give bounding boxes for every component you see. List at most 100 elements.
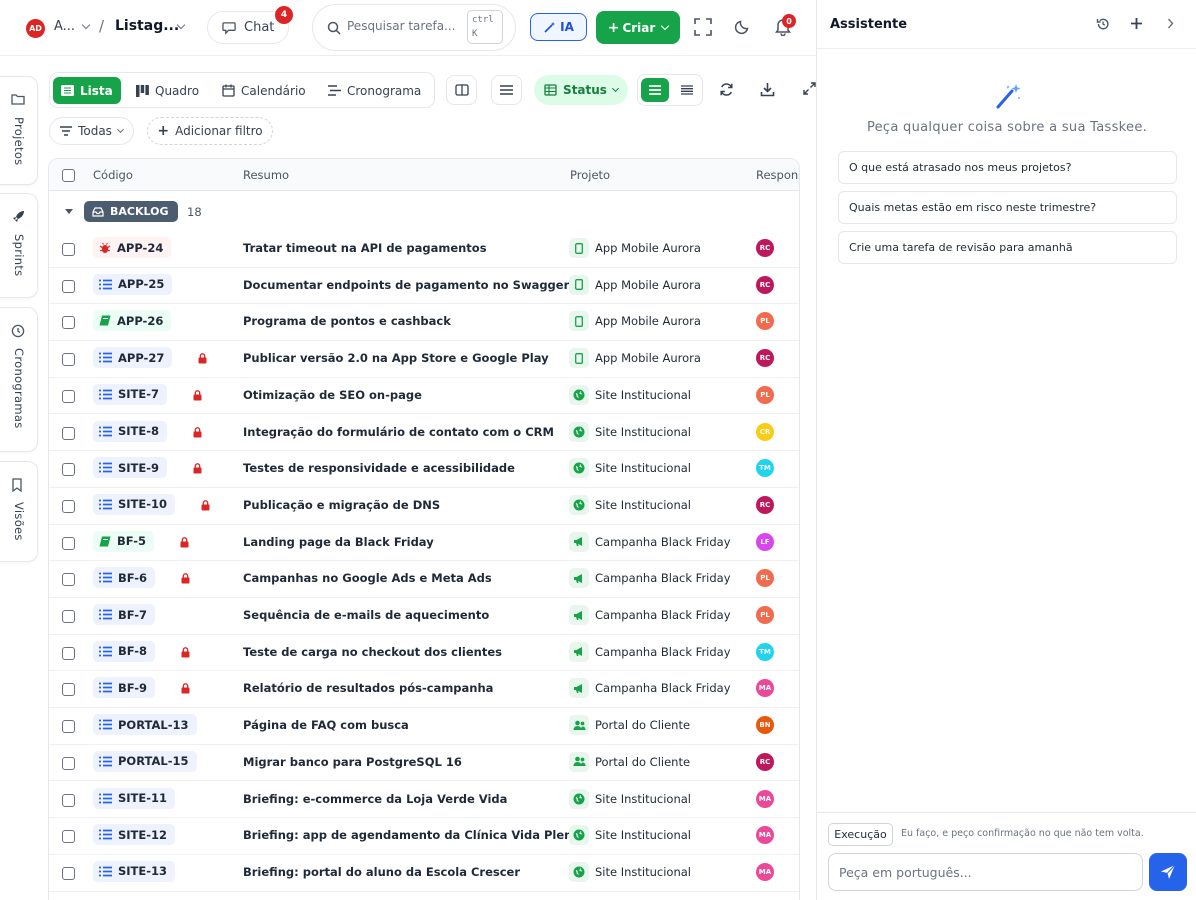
project-name[interactable]: Site Institucional — [595, 828, 691, 842]
assignee-avatar[interactable]: RC — [756, 349, 774, 368]
issue-summary[interactable]: Briefing: e-commerce da Loja Verde Vida — [243, 792, 507, 806]
issue-summary[interactable]: Página de FAQ com busca — [243, 718, 409, 732]
issue-code-chip[interactable]: SITE-8 — [93, 420, 168, 442]
workspace-avatar[interactable]: AD — [26, 19, 45, 38]
table-row[interactable]: SITE-13 Briefing: portal do aluno da Esco… — [49, 855, 799, 892]
density-compact-button[interactable] — [673, 78, 701, 102]
refresh-icon[interactable] — [719, 82, 734, 97]
column-header-project[interactable]: Projeto — [570, 168, 610, 182]
column-header-code[interactable]: Código — [93, 168, 133, 182]
expand-icon[interactable] — [803, 82, 816, 95]
issue-code-chip[interactable]: SITE-7 — [93, 383, 168, 405]
issue-summary[interactable]: Briefing: app de agendamento da Clínica … — [243, 828, 580, 842]
assignee-avatar[interactable]: TM — [756, 642, 774, 661]
group-header-backlog[interactable]: BACKLOG 18 — [49, 191, 799, 231]
table-row[interactable]: APP-25 Documentar endpoints de pagamento … — [49, 268, 799, 305]
issue-summary[interactable]: Integração do formulário de contato com … — [243, 425, 554, 439]
scope-filter-button[interactable]: Todas — [49, 117, 134, 145]
issue-summary[interactable]: Publicar versão 2.0 na App Store e Googl… — [243, 351, 549, 365]
row-checkbox[interactable] — [62, 279, 75, 293]
create-button[interactable]: + Criar — [596, 11, 680, 44]
project-name[interactable]: App Mobile Aurora — [595, 278, 701, 292]
add-filter-button[interactable]: + Adicionar filtro — [147, 117, 273, 145]
row-checkbox[interactable] — [62, 646, 75, 660]
send-button[interactable] — [1149, 853, 1187, 891]
download-icon[interactable] — [760, 82, 775, 97]
issue-code-chip[interactable]: SITE-10 — [93, 493, 176, 515]
issue-code-chip[interactable]: APP-25 — [93, 273, 173, 295]
history-icon[interactable] — [1096, 17, 1110, 31]
chevron-right-icon[interactable] — [1167, 18, 1174, 29]
table-row[interactable]: BF-9 Relatório de resultados pós-campanha… — [49, 671, 799, 709]
chevron-down-icon[interactable] — [81, 20, 91, 30]
density-comfortable-button[interactable] — [641, 78, 669, 102]
table-row[interactable]: BF-8 Teste de carga no checkout dos clien… — [49, 635, 799, 672]
page-title[interactable]: Listag... — [115, 18, 179, 34]
issue-code-chip[interactable]: SITE-12 — [93, 824, 176, 846]
ia-button[interactable]: IA — [530, 13, 587, 41]
assignee-avatar[interactable]: PL — [756, 385, 774, 404]
table-row[interactable]: SITE-7 Otimização de SEO on-page Site Inst… — [49, 378, 799, 415]
row-checkbox[interactable] — [62, 793, 75, 807]
issue-code-chip[interactable]: APP-24 — [93, 237, 172, 258]
project-name[interactable]: Site Institucional — [595, 388, 691, 402]
table-row[interactable]: SITE-9 Testes de responsividade e acessib… — [49, 451, 799, 488]
collapse-caret-icon[interactable] — [65, 209, 73, 214]
table-row[interactable]: BF-7 Sequência de e-mails de aquecimento C… — [49, 598, 799, 635]
issue-summary[interactable]: Otimização de SEO on-page — [243, 388, 422, 402]
plus-icon[interactable] — [1130, 17, 1143, 30]
issue-code-chip[interactable]: BF-7 — [93, 604, 156, 625]
table-row[interactable]: SITE-11 Briefing: e-commerce da Loja Verd… — [49, 782, 799, 819]
assignee-avatar[interactable]: CR — [756, 422, 774, 441]
table-row[interactable]: APP-26 Programa de pontos e cashback App M… — [49, 304, 799, 342]
project-name[interactable]: Campanha Black Friday — [595, 571, 731, 585]
mode-execution-button[interactable]: Execução — [828, 823, 893, 846]
search-input[interactable] — [347, 19, 459, 33]
row-checkbox[interactable] — [62, 463, 75, 477]
table-row[interactable]: SITE-12 Briefing: app de agendamento da C… — [49, 818, 799, 855]
assignee-avatar[interactable]: TM — [756, 459, 774, 478]
table-row[interactable]: BF-5 Landing page da Black Friday Campanha… — [49, 525, 799, 562]
row-checkbox[interactable] — [62, 756, 75, 770]
project-name[interactable]: Site Institucional — [595, 425, 691, 439]
issue-code-chip[interactable]: BF-5 — [93, 530, 155, 552]
issue-summary[interactable]: Campanhas no Google Ads e Meta Ads — [243, 571, 492, 585]
row-checkbox[interactable] — [62, 720, 75, 734]
issue-code-chip[interactable]: APP-27 — [93, 347, 173, 369]
table-row[interactable]: APP-27 Publicar versão 2.0 na App Store e… — [49, 341, 799, 378]
workspace-name[interactable]: A... — [54, 19, 75, 34]
assignee-avatar[interactable]: BN — [756, 716, 774, 735]
issue-code-chip[interactable]: SITE-9 — [93, 457, 168, 479]
row-checkbox[interactable] — [62, 499, 75, 513]
split-view-button[interactable] — [446, 75, 477, 105]
column-header-responsible[interactable]: Respons — [756, 168, 799, 182]
issue-summary[interactable]: Sequência de e-mails de aquecimento — [243, 608, 489, 622]
table-row[interactable]: BF-6 Campanhas no Google Ads e Meta Ads Ca… — [49, 561, 799, 598]
issue-code-chip[interactable]: BF-8 — [93, 640, 156, 662]
issue-code-chip[interactable]: SITE-13 — [93, 860, 176, 882]
rail-item-projetos[interactable]: Projetos — [0, 76, 38, 185]
project-name[interactable]: Campanha Black Friday — [595, 535, 731, 549]
project-name[interactable]: Campanha Black Friday — [595, 608, 731, 622]
assignee-avatar[interactable]: PL — [756, 569, 774, 588]
table-row[interactable]: SITE-10 Publicação e migração de DNS Site … — [49, 488, 799, 525]
project-name[interactable]: Site Institucional — [595, 792, 691, 806]
assignee-avatar[interactable]: PL — [756, 606, 774, 624]
row-checkbox[interactable] — [62, 243, 75, 256]
issue-code-chip[interactable]: APP-26 — [93, 310, 172, 332]
row-checkbox[interactable] — [62, 573, 75, 587]
group-by-status-button[interactable]: Status — [534, 75, 628, 105]
issue-summary[interactable]: Teste de carga no checkout dos clientes — [243, 645, 502, 659]
assignee-avatar[interactable]: RC — [756, 275, 774, 294]
issue-summary[interactable]: Testes de responsividade e acessibilidad… — [243, 461, 515, 475]
table-row[interactable]: SITE-8 Integração do formulário de contat… — [49, 415, 799, 452]
assignee-avatar[interactable]: RC — [756, 239, 774, 257]
issue-code-chip[interactable]: PORTAL-13 — [93, 714, 197, 736]
rail-item-cronogramas[interactable]: Cronogramas — [0, 307, 38, 452]
project-name[interactable]: App Mobile Aurora — [595, 314, 701, 328]
table-row[interactable]: APP-24 Tratar timeout na API de pagamento… — [49, 231, 799, 268]
project-name[interactable]: Site Institucional — [595, 865, 691, 879]
moon-icon[interactable] — [734, 17, 752, 35]
rows-menu-button[interactable] — [491, 75, 522, 105]
issue-code-chip[interactable]: PORTAL-15 — [93, 750, 197, 772]
